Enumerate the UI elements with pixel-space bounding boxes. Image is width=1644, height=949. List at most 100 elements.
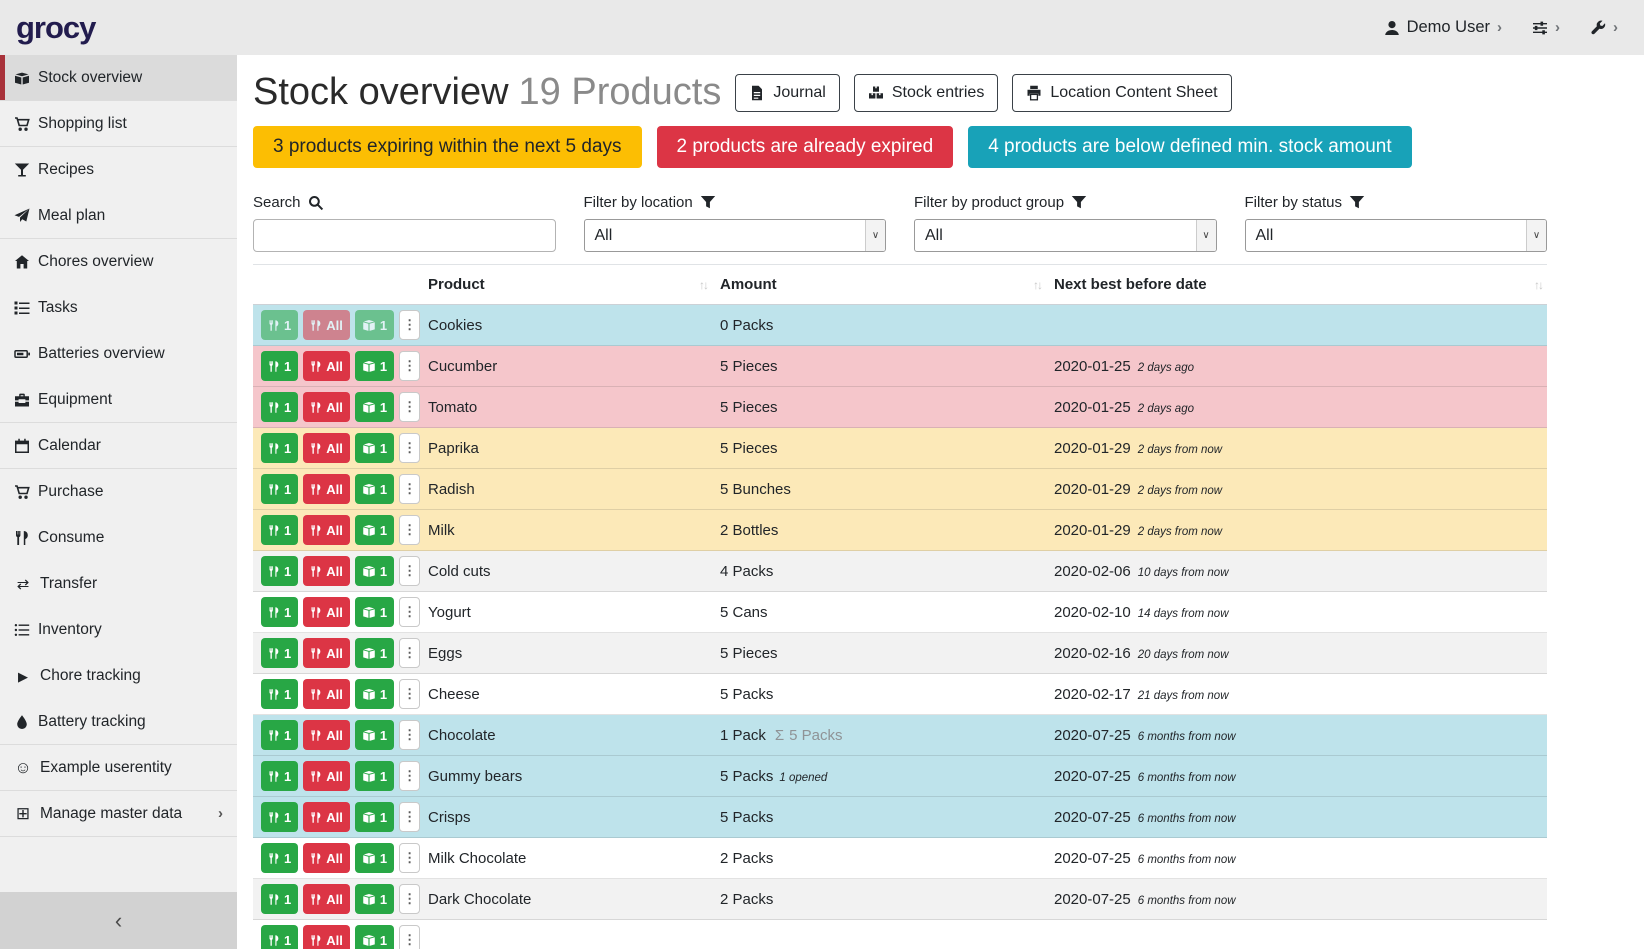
row-menu-button[interactable]: ⋮	[399, 761, 420, 791]
sidebar-item-purchase[interactable]: Purchase	[0, 469, 237, 515]
consume-all-button[interactable]: All	[303, 638, 350, 668]
open-product-button[interactable]: 1	[355, 884, 394, 914]
consume-one-button[interactable]: 1	[261, 597, 298, 627]
user-menu[interactable]: Demo User ›	[1384, 18, 1502, 37]
location-select[interactable]: All ∨	[584, 219, 887, 252]
consume-all-button[interactable]: All	[303, 556, 350, 586]
row-menu-button[interactable]: ⋮	[399, 720, 420, 750]
search-input[interactable]	[253, 219, 556, 252]
consume-one-button[interactable]: 1	[261, 843, 298, 873]
consume-all-button[interactable]: All	[303, 761, 350, 791]
open-product-button[interactable]: 1	[355, 720, 394, 750]
open-product-button[interactable]: 1	[355, 679, 394, 709]
row-menu-button[interactable]: ⋮	[399, 556, 420, 586]
consume-all-button[interactable]: All	[303, 351, 350, 381]
consume-one-button[interactable]: 1	[261, 761, 298, 791]
consume-one-button[interactable]: 1	[261, 679, 298, 709]
admin-menu[interactable]: ›	[1590, 19, 1618, 36]
sidebar-item-transfer[interactable]: ⇄ Transfer	[0, 561, 237, 607]
consume-one-button[interactable]: 1	[261, 802, 298, 832]
sidebar-item-chore-tracking[interactable]: ▶ Chore tracking	[0, 653, 237, 699]
row-menu-button[interactable]: ⋮	[399, 515, 420, 545]
table-row[interactable]: 1 All 1 ⋮ Gummy bears 5 Packs1 opened 20…	[253, 756, 1547, 797]
product-group-select[interactable]: All ∨	[914, 219, 1217, 252]
consume-all-button[interactable]: All	[303, 474, 350, 504]
open-product-button[interactable]: 1	[355, 433, 394, 463]
table-row[interactable]: 1 All 1 ⋮ Yogurt 5 Cans 2020-02-1014 day…	[253, 592, 1547, 633]
table-row[interactable]: 1 All 1 ⋮ Cheese 5 Packs 2020-02-1721 da…	[253, 674, 1547, 715]
consume-all-button[interactable]: All	[303, 884, 350, 914]
open-product-button[interactable]: 1	[355, 351, 394, 381]
sidebar-item-example-userentity[interactable]: ☺ Example userentity	[0, 745, 237, 791]
consume-one-button[interactable]: 1	[261, 515, 298, 545]
sidebar-item-recipes[interactable]: Recipes	[0, 147, 237, 193]
consume-one-button[interactable]: 1	[261, 392, 298, 422]
open-product-button[interactable]: 1	[355, 597, 394, 627]
table-row[interactable]: 1 All 1 ⋮ Eggs 5 Pieces 2020-02-1620 day…	[253, 633, 1547, 674]
stock-entries-button[interactable]: Stock entries	[854, 74, 998, 112]
open-product-button[interactable]: 1	[355, 843, 394, 873]
table-row[interactable]: 1 All 1 ⋮ Tomato 5 Pieces 2020-01-252 da…	[253, 387, 1547, 428]
table-row[interactable]: 1 All 1 ⋮ Radish 5 Bunches 2020-01-292 d…	[253, 469, 1547, 510]
consume-all-button[interactable]: All	[303, 679, 350, 709]
consume-one-button[interactable]: 1	[261, 310, 298, 340]
table-row[interactable]: 1 All 1 ⋮ Dark Chocolate 2 Packs 2020-07…	[253, 879, 1547, 920]
table-row[interactable]: 1 All 1 ⋮	[253, 920, 1547, 949]
sidebar-item-tasks[interactable]: Tasks	[0, 285, 237, 331]
consume-all-button[interactable]: All	[303, 310, 350, 340]
status-select[interactable]: All ∨	[1245, 219, 1548, 252]
open-product-button[interactable]: 1	[355, 925, 394, 949]
consume-one-button[interactable]: 1	[261, 638, 298, 668]
consume-one-button[interactable]: 1	[261, 556, 298, 586]
open-product-button[interactable]: 1	[355, 556, 394, 586]
date-column-header[interactable]: Next best before date↑↓	[1046, 265, 1547, 305]
amount-column-header[interactable]: Amount↑↓	[712, 265, 1046, 305]
sidebar-item-shopping-list[interactable]: Shopping list	[0, 101, 237, 147]
sidebar-item-stock-overview[interactable]: Stock overview	[0, 55, 237, 101]
sidebar-collapse-button[interactable]: ‹	[0, 892, 237, 949]
consume-one-button[interactable]: 1	[261, 433, 298, 463]
row-menu-button[interactable]: ⋮	[399, 925, 420, 949]
app-logo[interactable]: grocy	[16, 10, 95, 46]
consume-all-button[interactable]: All	[303, 392, 350, 422]
sidebar-item-meal-plan[interactable]: Meal plan	[0, 193, 237, 239]
sidebar-item-manage-master-data[interactable]: ⊞ Manage master data ›	[0, 791, 237, 837]
row-menu-button[interactable]: ⋮	[399, 310, 420, 340]
open-product-button[interactable]: 1	[355, 310, 394, 340]
sidebar-item-battery-tracking[interactable]: Battery tracking	[0, 699, 237, 745]
consume-all-button[interactable]: All	[303, 597, 350, 627]
location-content-sheet-button[interactable]: Location Content Sheet	[1012, 74, 1231, 112]
table-row[interactable]: 1 All 1 ⋮ Cucumber 5 Pieces 2020-01-252 …	[253, 346, 1547, 387]
consume-all-button[interactable]: All	[303, 720, 350, 750]
row-menu-button[interactable]: ⋮	[399, 392, 420, 422]
table-row[interactable]: 1 All 1 ⋮ Paprika 5 Pieces 2020-01-292 d…	[253, 428, 1547, 469]
table-row[interactable]: 1 All 1 ⋮ Chocolate 1 PackΣ5 Packs 2020-…	[253, 715, 1547, 756]
open-product-button[interactable]: 1	[355, 515, 394, 545]
table-row[interactable]: 1 All 1 ⋮ Milk Chocolate 2 Packs 2020-07…	[253, 838, 1547, 879]
open-product-button[interactable]: 1	[355, 802, 394, 832]
table-row[interactable]: 1 All 1 ⋮ Crisps 5 Packs 2020-07-256 mon…	[253, 797, 1547, 838]
sidebar-item-equipment[interactable]: Equipment	[0, 377, 237, 423]
below-min-stock-alert[interactable]: 4 products are below defined min. stock …	[968, 126, 1411, 168]
sidebar-item-consume[interactable]: Consume	[0, 515, 237, 561]
consume-one-button[interactable]: 1	[261, 474, 298, 504]
open-product-button[interactable]: 1	[355, 474, 394, 504]
product-column-header[interactable]: Product↑↓	[420, 265, 712, 305]
row-menu-button[interactable]: ⋮	[399, 802, 420, 832]
table-row[interactable]: 1 All 1 ⋮ Cookies 0 Packs	[253, 305, 1547, 346]
consume-all-button[interactable]: All	[303, 802, 350, 832]
consume-one-button[interactable]: 1	[261, 925, 298, 949]
consume-one-button[interactable]: 1	[261, 884, 298, 914]
expired-alert[interactable]: 2 products are already expired	[657, 126, 954, 168]
row-menu-button[interactable]: ⋮	[399, 679, 420, 709]
sidebar-item-inventory[interactable]: Inventory	[0, 607, 237, 653]
open-product-button[interactable]: 1	[355, 392, 394, 422]
settings-menu[interactable]: ›	[1532, 19, 1560, 36]
consume-all-button[interactable]: All	[303, 515, 350, 545]
table-row[interactable]: 1 All 1 ⋮ Cold cuts 4 Packs 2020-02-0610…	[253, 551, 1547, 592]
journal-button[interactable]: Journal	[735, 74, 839, 112]
expiring-soon-alert[interactable]: 3 products expiring within the next 5 da…	[253, 126, 642, 168]
row-menu-button[interactable]: ⋮	[399, 638, 420, 668]
row-menu-button[interactable]: ⋮	[399, 433, 420, 463]
sidebar-item-batteries-overview[interactable]: Batteries overview	[0, 331, 237, 377]
